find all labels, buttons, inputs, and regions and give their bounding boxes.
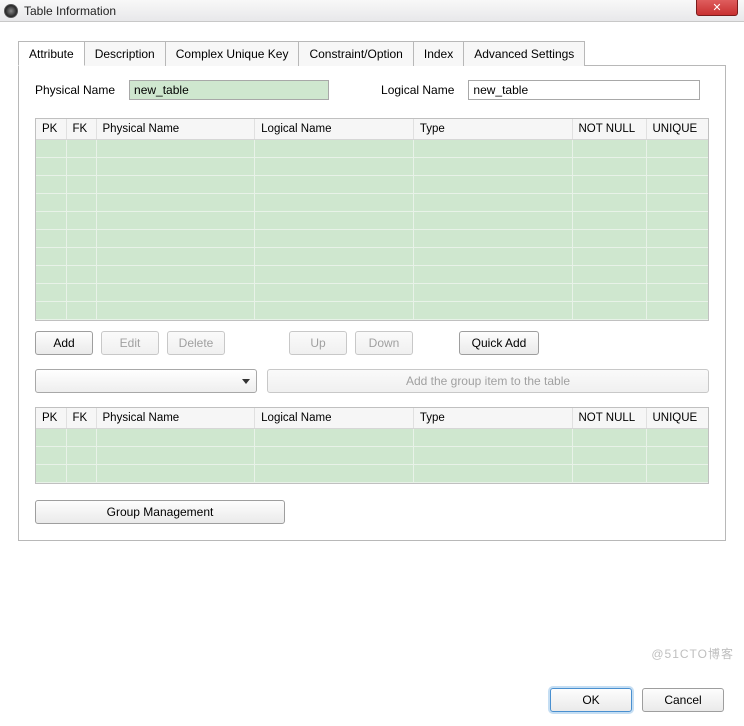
tab-attribute[interactable]: Attribute — [18, 41, 85, 66]
physical-name-input[interactable] — [129, 80, 329, 100]
watermark: @51CTO博客 — [651, 645, 734, 662]
name-row: Physical Name Logical Name — [35, 80, 709, 100]
col-fk: FK — [66, 408, 96, 429]
col-fk: FK — [66, 119, 96, 140]
grid-empty-row — [36, 284, 708, 302]
grid-empty-row — [36, 194, 708, 212]
window-title: Table Information — [24, 4, 116, 18]
grid-empty-row — [36, 302, 708, 320]
logical-name-input[interactable] — [468, 80, 700, 100]
up-button[interactable]: Up — [289, 331, 347, 355]
grid-empty-row — [36, 429, 708, 447]
grid-body — [36, 429, 708, 483]
columns-grid[interactable]: PK FK Physical Name Logical Name Type NO… — [35, 118, 709, 321]
tab-advanced-settings[interactable]: Advanced Settings — [463, 41, 585, 66]
dialog-footer: OK Cancel — [550, 688, 724, 712]
grid-body — [36, 140, 708, 320]
dialog-body: Attribute Description Complex Unique Key… — [0, 22, 744, 541]
grid-empty-row — [36, 140, 708, 158]
grid-header-row: PK FK Physical Name Logical Name Type NO… — [36, 119, 708, 140]
grid-empty-row — [36, 465, 708, 483]
col-pk: PK — [36, 408, 66, 429]
add-group-item-button[interactable]: Add the group item to the table — [267, 369, 709, 393]
close-button[interactable]: ✕ — [696, 0, 738, 16]
chevron-down-icon — [242, 379, 250, 384]
edit-button[interactable]: Edit — [101, 331, 159, 355]
col-physical-name: Physical Name — [96, 119, 255, 140]
grid-header-row: PK FK Physical Name Logical Name Type NO… — [36, 408, 708, 429]
tab-constraint-option[interactable]: Constraint/Option — [298, 41, 413, 66]
grid-empty-row — [36, 212, 708, 230]
delete-button[interactable]: Delete — [167, 331, 225, 355]
grid-empty-row — [36, 230, 708, 248]
grid-empty-row — [36, 176, 708, 194]
ok-button[interactable]: OK — [550, 688, 632, 712]
group-grid[interactable]: PK FK Physical Name Logical Name Type NO… — [35, 407, 709, 484]
tab-index[interactable]: Index — [413, 41, 464, 66]
col-unique: UNIQUE — [646, 119, 708, 140]
titlebar: Table Information ✕ — [0, 0, 744, 22]
close-icon: ✕ — [712, 1, 721, 14]
col-type: Type — [413, 408, 572, 429]
col-type: Type — [413, 119, 572, 140]
col-physical-name: Physical Name — [96, 408, 255, 429]
group-combo[interactable] — [35, 369, 257, 393]
grid-empty-row — [36, 266, 708, 284]
tab-pane-attribute: Physical Name Logical Name PK FK Physica… — [18, 65, 726, 541]
col-unique: UNIQUE — [646, 408, 708, 429]
tab-bar: Attribute Description Complex Unique Key… — [18, 40, 726, 65]
group-row: Add the group item to the table — [35, 369, 709, 393]
col-not-null: NOT NULL — [572, 119, 646, 140]
tab-description[interactable]: Description — [84, 41, 166, 66]
physical-name-label: Physical Name — [35, 83, 115, 97]
grid-empty-row — [36, 248, 708, 266]
col-logical-name: Logical Name — [255, 119, 414, 140]
add-button[interactable]: Add — [35, 331, 93, 355]
col-logical-name: Logical Name — [255, 408, 414, 429]
logical-name-label: Logical Name — [381, 83, 454, 97]
col-not-null: NOT NULL — [572, 408, 646, 429]
quick-add-button[interactable]: Quick Add — [459, 331, 539, 355]
group-management-button[interactable]: Group Management — [35, 500, 285, 524]
tab-complex-unique-key[interactable]: Complex Unique Key — [165, 41, 300, 66]
down-button[interactable]: Down — [355, 331, 413, 355]
grid-empty-row — [36, 447, 708, 465]
grid-empty-row — [36, 158, 708, 176]
cancel-button[interactable]: Cancel — [642, 688, 724, 712]
grid-buttons: Add Edit Delete Up Down Quick Add — [35, 331, 709, 355]
app-icon — [4, 4, 18, 18]
col-pk: PK — [36, 119, 66, 140]
